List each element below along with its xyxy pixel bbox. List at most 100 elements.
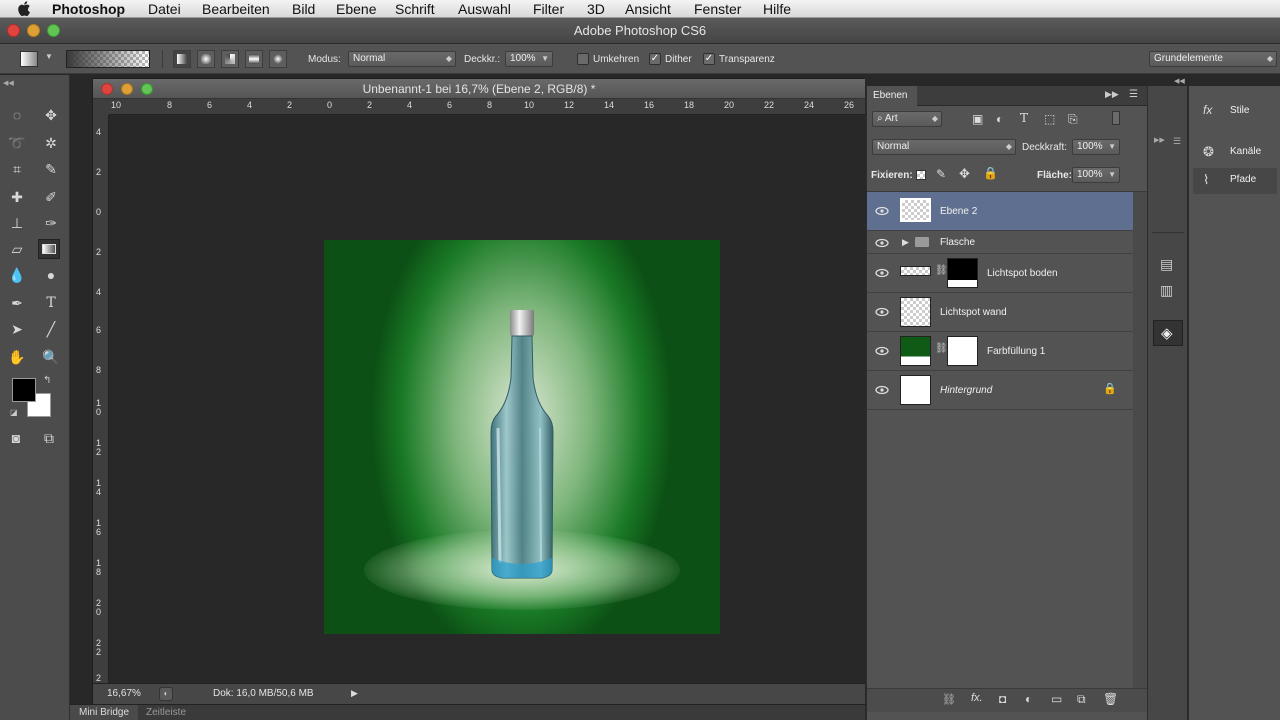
reflected-gradient-icon[interactable] bbox=[245, 50, 263, 68]
apple-icon[interactable] bbox=[17, 1, 31, 16]
layer-thumbnail[interactable] bbox=[900, 198, 931, 222]
layer-row-ebene-2[interactable]: Ebene 2 bbox=[867, 192, 1133, 231]
collapse-icon[interactable]: ◀◀ bbox=[3, 79, 14, 87]
expand-icon[interactable]: ▶▶ bbox=[1154, 136, 1165, 144]
type-tool-icon[interactable]: T bbox=[40, 293, 62, 313]
eyedropper-icon[interactable]: ✎ bbox=[40, 159, 62, 179]
magic-wand-icon[interactable]: ✲ bbox=[40, 133, 62, 153]
chevron-down-icon[interactable]: ▼ bbox=[1108, 168, 1116, 182]
opacity-field[interactable]: 100% ▼ bbox=[505, 51, 553, 67]
status-menu-arrow-icon[interactable]: ▶ bbox=[351, 688, 358, 699]
history-brush-icon[interactable]: ✑ bbox=[40, 213, 62, 233]
chevron-down-icon[interactable]: ▼ bbox=[1108, 140, 1116, 154]
layer-style-icon[interactable]: fx. bbox=[971, 692, 983, 704]
quick-mask-icon[interactable]: ◙ bbox=[5, 428, 27, 448]
blend-mode-select[interactable]: Normal ◆ bbox=[872, 139, 1016, 155]
blur-tool-icon[interactable]: 💧 bbox=[6, 265, 28, 285]
crop-tool-icon[interactable]: ⌗ bbox=[6, 159, 28, 179]
filter-type-icon[interactable]: T bbox=[1020, 111, 1028, 125]
menu-item-3d[interactable]: 3D bbox=[587, 0, 605, 18]
styles-panel-button[interactable]: fx Stile bbox=[1193, 99, 1277, 125]
layer-name[interactable]: Lichtspot boden bbox=[987, 268, 1058, 279]
eraser-tool-icon[interactable]: ▱ bbox=[6, 239, 28, 259]
layer-opacity-field[interactable]: 100% ▼ bbox=[1072, 139, 1120, 155]
status-info-icon[interactable]: ◐ bbox=[159, 687, 173, 701]
lock-all-icon[interactable]: 🔒 bbox=[983, 166, 998, 180]
visibility-eye-icon[interactable] bbox=[875, 306, 889, 318]
gradient-picker[interactable] bbox=[66, 50, 150, 68]
channels-panel-button[interactable]: ❂ Kanäle bbox=[1193, 140, 1277, 166]
layer-thumbnail[interactable] bbox=[900, 336, 931, 366]
layer-name[interactable]: Hintergrund bbox=[940, 385, 992, 396]
transparency-checkbox[interactable]: ✓ bbox=[703, 53, 715, 65]
lasso-tool-icon[interactable]: ➰ bbox=[6, 133, 28, 153]
swap-colors-icon[interactable]: ↰ bbox=[43, 375, 51, 386]
trash-icon[interactable]: 🗑 bbox=[1103, 692, 1118, 706]
layer-mask-thumbnail[interactable] bbox=[947, 258, 978, 288]
hand-tool-icon[interactable]: ✋ bbox=[6, 347, 28, 367]
collapse-icon[interactable]: ◀◀ bbox=[1174, 77, 1185, 85]
chevron-down-icon[interactable]: ▼ bbox=[541, 52, 549, 66]
layer-name[interactable]: Farbfüllung 1 bbox=[987, 346, 1045, 357]
history-panel-icon[interactable]: ▤ bbox=[1160, 256, 1173, 273]
layers-scrollbar[interactable] bbox=[1133, 192, 1148, 688]
zoom-tool-icon[interactable]: 🔍 bbox=[40, 347, 62, 367]
menu-item-bild[interactable]: Bild bbox=[292, 0, 315, 18]
canvas-area[interactable]: ⌖ bbox=[109, 115, 865, 713]
visibility-eye-icon[interactable] bbox=[875, 345, 889, 357]
mode-select[interactable]: Normal ◆ bbox=[348, 51, 456, 67]
horizontal-ruler[interactable]: 10 8 6 4 2 0 2 4 6 8 10 12 14 16 18 20 2… bbox=[109, 99, 865, 115]
tab-timeline[interactable]: Zeitleiste bbox=[146, 705, 186, 720]
layer-thumbnail[interactable] bbox=[900, 297, 931, 327]
layer-row-hintergrund[interactable]: Hintergrund 🔒 bbox=[867, 371, 1133, 410]
linear-gradient-icon[interactable] bbox=[173, 50, 191, 68]
visibility-eye-icon[interactable] bbox=[875, 205, 889, 217]
menu-app-name[interactable]: Photoshop bbox=[52, 0, 125, 18]
lock-position-icon[interactable]: ✥ bbox=[959, 166, 970, 182]
link-layers-icon[interactable]: ⛓ bbox=[942, 693, 956, 706]
screen-mode-icon[interactable]: ⧉ bbox=[38, 428, 60, 448]
menu-item-datei[interactable]: Datei bbox=[148, 0, 181, 18]
menu-item-ebene[interactable]: Ebene bbox=[336, 0, 376, 18]
link-icon[interactable]: ⛓ bbox=[935, 265, 948, 276]
gradient-tool-icon[interactable] bbox=[38, 239, 60, 259]
tab-mini-bridge[interactable]: Mini Bridge bbox=[70, 705, 138, 720]
layer-name[interactable]: Ebene 2 bbox=[940, 206, 977, 217]
filter-adjustment-icon[interactable]: ◐ bbox=[996, 112, 1003, 126]
layer-thumbnail[interactable] bbox=[900, 375, 931, 405]
visibility-eye-icon[interactable] bbox=[875, 237, 889, 249]
expand-icon[interactable]: ▶▶ bbox=[1105, 89, 1119, 100]
menu-item-bearbeiten[interactable]: Bearbeiten bbox=[202, 0, 270, 18]
layer-row-farbfullung-1[interactable]: ⛓ Farbfüllung 1 bbox=[867, 332, 1133, 371]
filter-shape-icon[interactable]: ⬚ bbox=[1044, 112, 1055, 126]
link-icon[interactable]: ⛓ bbox=[935, 343, 948, 354]
move-tool-icon[interactable]: ✥ bbox=[40, 105, 62, 125]
pen-tool-icon[interactable]: ✒ bbox=[6, 293, 28, 313]
menu-item-schrift[interactable]: Schrift bbox=[395, 0, 435, 18]
diamond-gradient-icon[interactable] bbox=[269, 50, 287, 68]
workspace-select[interactable]: Grundelemente ◆ bbox=[1149, 51, 1277, 67]
panel-menu-icon[interactable]: ☰ bbox=[1129, 89, 1138, 100]
menu-item-auswahl[interactable]: Auswahl bbox=[458, 0, 511, 18]
filter-toggle[interactable] bbox=[1112, 111, 1120, 125]
layers-panel-button[interactable]: ◈ bbox=[1153, 320, 1183, 346]
menu-item-filter[interactable]: Filter bbox=[533, 0, 564, 18]
layer-row-flasche[interactable]: ▶ Flasche bbox=[867, 232, 1133, 254]
dither-checkbox[interactable]: ✓ bbox=[649, 53, 661, 65]
dodge-tool-icon[interactable]: ● bbox=[40, 265, 62, 285]
layer-thumbnail[interactable] bbox=[900, 266, 931, 276]
clone-stamp-icon[interactable]: ⊥ bbox=[6, 213, 28, 233]
layer-name[interactable]: Flasche bbox=[940, 237, 975, 248]
filter-pixel-icon[interactable]: ▣ bbox=[972, 112, 983, 126]
radial-gradient-icon[interactable] bbox=[197, 50, 215, 68]
foreground-color-swatch[interactable] bbox=[12, 378, 36, 402]
visibility-eye-icon[interactable] bbox=[875, 267, 889, 279]
layer-filter-select[interactable]: ⌕ Art ◆ bbox=[872, 111, 942, 127]
layer-mask-thumbnail[interactable] bbox=[947, 336, 978, 366]
paths-panel-button[interactable]: ⌇ Pfade bbox=[1193, 168, 1277, 194]
properties-panel-icon[interactable]: ▥ bbox=[1160, 282, 1173, 299]
chevron-down-icon[interactable]: ▼ bbox=[45, 52, 53, 61]
filter-smart-object-icon[interactable]: ⎘ bbox=[1068, 112, 1078, 127]
default-colors-icon[interactable]: ◪ bbox=[10, 408, 18, 417]
line-tool-icon[interactable]: ╱ bbox=[40, 319, 62, 339]
